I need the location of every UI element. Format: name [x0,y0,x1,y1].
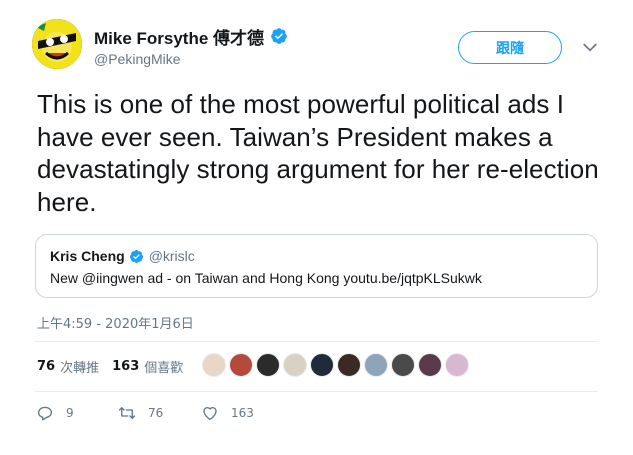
avatar-image [32,19,82,69]
liker-avatar[interactable] [364,353,388,377]
likers-avatars [202,353,472,377]
quoted-tweet-handle: @krislc [148,248,195,264]
liker-avatar[interactable] [283,353,307,377]
liker-avatar[interactable] [391,353,415,377]
tweet-text: This is one of the most powerful politic… [37,89,599,217]
liker-avatar[interactable] [256,353,280,377]
like-count: 163 [231,406,254,420]
liker-avatar[interactable] [445,353,469,377]
liker-avatar[interactable] [310,353,334,377]
retweet-action[interactable]: 76 [118,404,201,422]
chevron-down-icon[interactable] [580,37,600,57]
tweet-header: Mike Forsythe 傅才德 @PekingMike 跟隨 [32,19,610,75]
likes-label[interactable]: 個喜歡 [144,357,183,376]
reply-count: 9 [66,406,74,420]
likes-count[interactable]: 163 [112,359,139,374]
verified-icon [271,28,287,44]
quoted-tweet-text: New @iingwen ad - on Taiwan and Hong Kon… [50,270,482,286]
retweets-label[interactable]: 次轉推 [60,357,99,376]
avatar[interactable] [32,19,82,69]
divider [35,341,598,342]
retweet-count: 76 [148,406,164,420]
retweet-icon[interactable] [118,404,136,422]
like-action[interactable]: 163 [201,404,254,422]
verified-icon [129,249,143,263]
handle[interactable]: @PekingMike [94,51,288,67]
liker-avatar[interactable] [337,353,361,377]
quoted-tweet-name: Kris Cheng [50,248,125,264]
divider [35,391,598,392]
follow-button[interactable]: 跟隨 [458,31,562,64]
tweet-stats: 76 次轉推 163 個喜歡 [37,357,196,376]
display-name[interactable]: Mike Forsythe 傅才德 [94,24,264,49]
quoted-tweet-header: Kris Cheng @krislc [50,248,195,264]
quoted-tweet[interactable]: Kris Cheng @krislc New @iingwen ad - on … [35,234,598,298]
reply-action[interactable]: 9 [36,404,118,422]
reply-icon[interactable] [36,404,54,422]
timestamp[interactable]: 上午4:59 - 2020年1月6日 [37,313,194,332]
liker-avatar[interactable] [229,353,253,377]
tweet-actions: 9 76 163 [36,404,254,422]
retweets-count[interactable]: 76 [37,359,55,374]
heart-icon[interactable] [201,404,219,422]
name-row: Mike Forsythe 傅才德 [94,24,288,49]
liker-avatar[interactable] [418,353,442,377]
liker-avatar[interactable] [202,353,226,377]
name-block: Mike Forsythe 傅才德 @PekingMike [94,25,288,67]
